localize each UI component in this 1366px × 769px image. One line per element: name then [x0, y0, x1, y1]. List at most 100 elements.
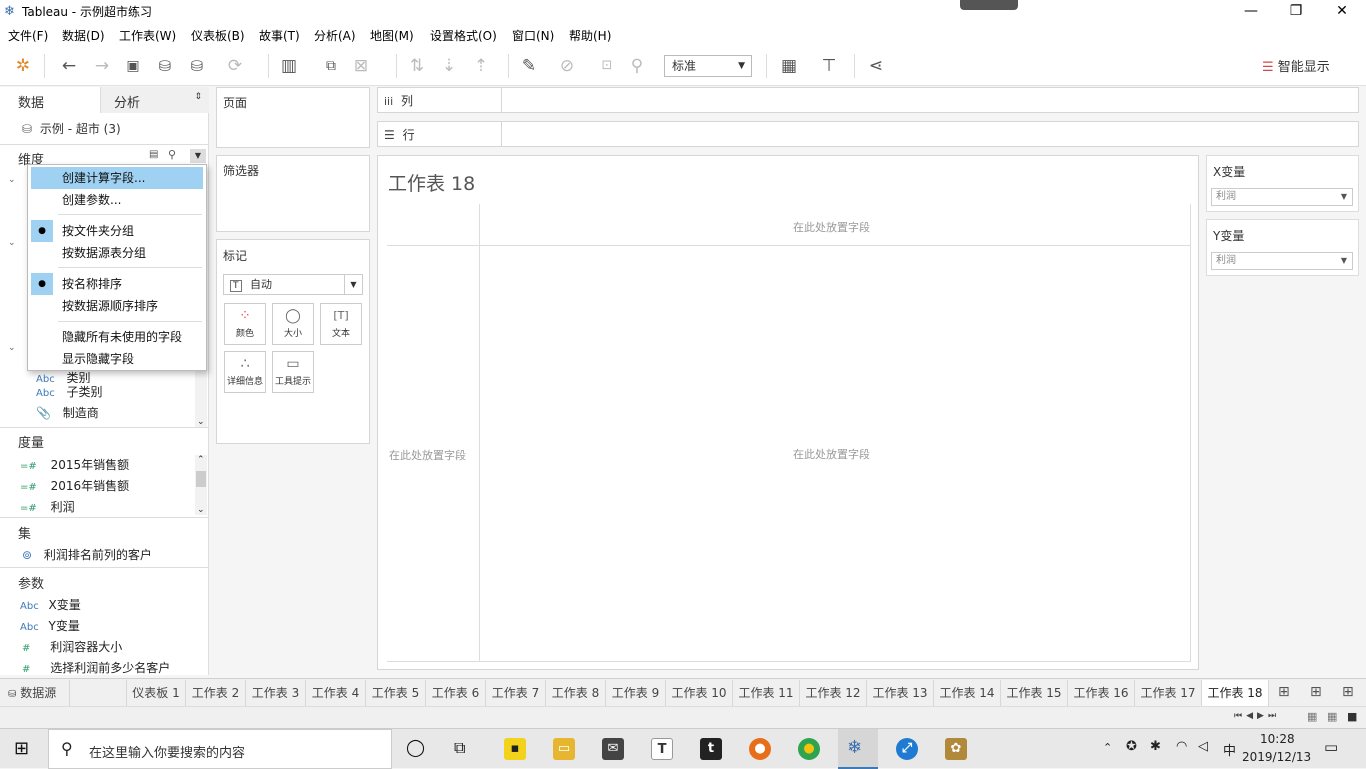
size-button[interactable]: ◯ 大小: [272, 303, 314, 345]
menu-item-sort-by-source-order[interactable]: 按数据源顺序排序: [28, 295, 206, 317]
menu-map[interactable]: 地图(M): [370, 27, 414, 44]
scroll-down-icon[interactable]: ⌄: [197, 505, 205, 515]
menu-item-create-parameter[interactable]: 创建参数...: [28, 189, 206, 211]
scroll-up-icon[interactable]: ⌃: [197, 455, 205, 465]
fit-dropdown[interactable]: 标准 ▼: [664, 55, 752, 77]
undo-icon[interactable]: ←: [60, 55, 78, 77]
show-mark-labels-icon[interactable]: ⊡: [598, 55, 616, 77]
tab-sheet-15[interactable]: 工作表 15: [1001, 680, 1068, 706]
field-item[interactable]: # 选择利润前多少名客户: [22, 659, 170, 676]
new-worksheet-icon[interactable]: ⊞: [1278, 684, 1290, 700]
app-icon[interactable]: ⤢: [896, 738, 918, 760]
dimensions-menu-icon[interactable]: ▼: [190, 149, 206, 163]
menu-story[interactable]: 故事(T): [259, 27, 300, 44]
field-item[interactable]: =# 2015年销售额: [20, 456, 129, 473]
sort-ascending-icon[interactable]: ⇣: [440, 55, 458, 77]
menu-analysis[interactable]: 分析(A): [314, 27, 356, 44]
menu-data[interactable]: 数据(D): [62, 27, 105, 44]
sheet-navigation-icon[interactable]: ⏮◀▶⏭: [1234, 711, 1280, 721]
ime-indicator[interactable]: 中: [1223, 740, 1236, 759]
field-item[interactable]: # 利润容器大小: [22, 638, 122, 655]
tableau-taskbar-active[interactable]: ❄: [838, 729, 878, 769]
field-item[interactable]: Abc Y变量: [20, 617, 80, 634]
menu-item-create-calculated-field[interactable]: 创建计算字段...: [31, 167, 203, 189]
highlight-icon[interactable]: ✎: [520, 55, 538, 77]
drop-zone-rows[interactable]: 在此处放置字段: [389, 447, 466, 463]
menu-format[interactable]: 设置格式(O): [430, 27, 497, 44]
search-icon[interactable]: ⚲: [168, 148, 176, 161]
menu-item-show-hidden-fields[interactable]: 显示隐藏字段: [28, 348, 206, 370]
tab-sheet-7[interactable]: 工作表 7: [486, 680, 546, 706]
drop-zone-columns[interactable]: 在此处放置字段: [793, 219, 870, 235]
typora-icon[interactable]: T: [651, 738, 673, 760]
menu-item-sort-by-name[interactable]: 按名称排序: [28, 273, 206, 295]
sort-descending-icon[interactable]: ⇡: [472, 55, 490, 77]
tab-sheet-9[interactable]: 工作表 9: [606, 680, 666, 706]
scroll-down-icon[interactable]: ⌄: [197, 417, 205, 427]
typora-dark-icon[interactable]: t: [700, 738, 722, 760]
menu-worksheet[interactable]: 工作表(W): [119, 27, 176, 44]
detail-button[interactable]: ∴ 详细信息: [224, 351, 266, 393]
close-button[interactable]: ✕: [1319, 0, 1365, 22]
param-dropdown[interactable]: 利润 ▼: [1211, 252, 1353, 270]
tab-sheet-17[interactable]: 工作表 17: [1135, 680, 1202, 706]
menu-help[interactable]: 帮助(H): [569, 27, 611, 44]
datasource-item[interactable]: ⛁ 示例 - 超市 (3): [22, 120, 121, 137]
minimize-button[interactable]: —: [1228, 0, 1274, 22]
show-filmstrip-icon[interactable]: ▦: [1307, 710, 1317, 723]
tableau-home-icon[interactable]: ✲: [14, 55, 32, 77]
tab-analysis[interactable]: 分析 ⇕: [100, 87, 209, 113]
param-dropdown[interactable]: 利润 ▼: [1211, 188, 1353, 206]
tab-sheet-13[interactable]: 工作表 13: [867, 680, 934, 706]
show-tabs-icon[interactable]: ■: [1347, 710, 1357, 723]
folder-expand-icon[interactable]: ⌄: [8, 343, 16, 353]
tab-data[interactable]: 数据: [0, 87, 100, 113]
field-item[interactable]: =# 利润: [20, 498, 75, 515]
rows-shelf[interactable]: ☰ 行: [377, 121, 1359, 147]
group-members-icon[interactable]: ⊘: [558, 55, 576, 77]
volume-icon[interactable]: ◁: [1198, 739, 1208, 754]
show-cards-icon[interactable]: ▦: [780, 55, 798, 77]
sheet-title[interactable]: 工作表 18: [388, 169, 475, 196]
smart-show-button[interactable]: ☰ 智能显示: [1262, 56, 1330, 75]
show-sorter-icon[interactable]: ▦: [1327, 710, 1337, 723]
mark-type-dropdown[interactable]: T 自动 ▼: [223, 274, 363, 295]
swap-rows-columns-icon[interactable]: ⇅: [408, 55, 426, 77]
photo-app-icon[interactable]: ✿: [945, 738, 967, 760]
duplicate-sheet-icon[interactable]: ⧉: [322, 55, 340, 77]
tab-sheet-4[interactable]: 工作表 4: [306, 680, 366, 706]
tab-sheet-2[interactable]: 工作表 2: [186, 680, 246, 706]
drop-zone-center[interactable]: 在此处放置字段: [793, 446, 870, 462]
tab-sheet-18[interactable]: 工作表 18: [1202, 680, 1269, 706]
wifi-icon[interactable]: ◠: [1176, 739, 1187, 754]
menu-dashboard[interactable]: 仪表板(B): [191, 27, 245, 44]
tab-datasource[interactable]: ⛁ 数据源: [0, 680, 70, 706]
tab-sheet-11[interactable]: 工作表 11: [733, 680, 800, 706]
restore-button[interactable]: ❐: [1273, 0, 1319, 22]
text-button[interactable]: [T] 文本: [320, 303, 362, 345]
columns-shelf[interactable]: iii 列: [377, 87, 1359, 113]
folder-expand-icon[interactable]: ⌄: [8, 175, 16, 185]
tab-sheet-14[interactable]: 工作表 14: [934, 680, 1001, 706]
notification-icon[interactable]: ▭: [1324, 738, 1338, 756]
new-datasource-icon[interactable]: ⛁: [156, 55, 174, 77]
presentation-mode-icon[interactable]: ⊤: [820, 55, 838, 77]
new-dashboard-icon[interactable]: ⊞: [1310, 684, 1322, 700]
tab-sheet-16[interactable]: 工作表 16: [1068, 680, 1135, 706]
new-worksheet-icon[interactable]: ▥: [280, 55, 298, 77]
clear-sheet-icon[interactable]: ⊠: [352, 55, 370, 77]
firefox-icon[interactable]: ●: [749, 738, 771, 760]
menu-item-group-by-table[interactable]: 按数据源表分组: [28, 242, 206, 264]
measures-scrollbar[interactable]: ⌃ ⌄: [195, 455, 207, 515]
qq-icon[interactable]: ✪: [1126, 739, 1137, 754]
field-item[interactable]: Abc 类别: [36, 369, 196, 383]
mail-icon[interactable]: ✉: [602, 738, 624, 760]
tab-sheet-5[interactable]: 工作表 5: [366, 680, 426, 706]
chrome-icon[interactable]: ●: [798, 738, 820, 760]
taskbar-search[interactable]: ⚲ 在这里输入你要搜索的内容: [48, 729, 392, 769]
field-item[interactable]: =# 2016年销售额: [20, 477, 129, 494]
task-view-icon[interactable]: ⧉: [454, 738, 465, 758]
windows-start-icon[interactable]: ⊞: [14, 738, 29, 759]
pages-card[interactable]: 页面: [216, 87, 370, 148]
folder-expand-icon[interactable]: ⌄: [8, 238, 16, 248]
